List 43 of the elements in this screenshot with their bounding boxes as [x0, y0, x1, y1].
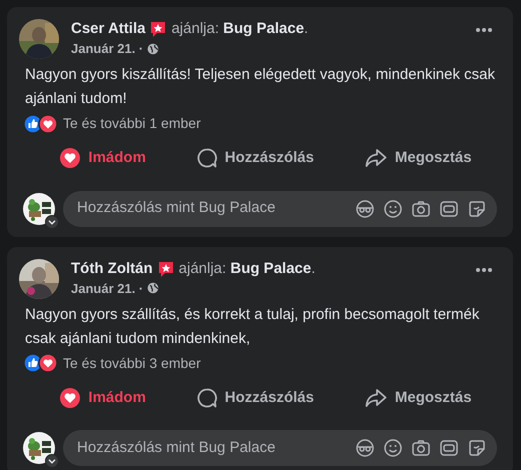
author-link[interactable]: Cser Attila: [71, 19, 146, 39]
comment-bar[interactable]: Hozzászólás mint Bug Palace: [63, 430, 497, 466]
comment-bar[interactable]: Hozzászólás mint Bug Palace: [63, 190, 497, 226]
globe-icon: [147, 42, 160, 55]
comment-field[interactable]: Hozzászólás mint Bug Palace: [75, 436, 355, 460]
comment-button[interactable]: Hozzászólás: [186, 382, 324, 414]
recommendation-text: ajánlja: Bug Palace.: [171, 19, 308, 39]
chevron-down-icon: [45, 214, 59, 228]
speech-bubble-icon: [196, 388, 217, 408]
comment-button[interactable]: Hozzászólás: [186, 142, 324, 174]
camera-icon[interactable]: [411, 198, 431, 218]
gif-icon[interactable]: [439, 438, 459, 458]
more-icon: [475, 27, 493, 33]
reaction-summary[interactable]: Te és további 3 ember: [63, 352, 201, 374]
reaction-icons-drawing: [23, 353, 59, 373]
share-arrow-icon: [364, 388, 387, 408]
comment-field[interactable]: Hozzászólás mint Bug Palace: [75, 196, 355, 221]
share-button[interactable]: Megosztás: [354, 142, 482, 174]
author-link[interactable]: Tóth Zoltán: [71, 258, 153, 278]
gif-icon[interactable]: [439, 198, 459, 218]
avatar-face-icon[interactable]: [355, 198, 375, 218]
recommend-star-icon: [156, 260, 175, 278]
share-arrow-icon: [364, 148, 387, 168]
recommend-star-icon: [149, 20, 168, 38]
emoji-icon[interactable]: [383, 198, 403, 218]
globe-icon: [147, 282, 160, 294]
camera-icon[interactable]: [411, 438, 431, 458]
avatar-face-icon[interactable]: [355, 438, 375, 458]
more-icon: [475, 266, 493, 272]
reaction-summary[interactable]: Te és további 1 ember: [63, 113, 201, 134]
sticker-icon[interactable]: [467, 198, 487, 218]
speech-bubble-icon: [196, 148, 217, 168]
share-button[interactable]: Megosztás: [354, 382, 482, 414]
reaction-icons-drawing: [23, 114, 59, 134]
post-text: Nagyon gyors kiszállítás! Teljesen elégedett vagyok, mindenkinek csak ajánlani tudom!: [25, 65, 496, 109]
post-date[interactable]: Január 21. ·: [71, 39, 144, 58]
emoji-icon[interactable]: [383, 438, 403, 458]
post-date[interactable]: Január 21. ·: [71, 278, 144, 298]
love-button[interactable]: Imádom: [50, 142, 156, 174]
sticker-icon[interactable]: [467, 438, 487, 458]
love-button[interactable]: Imádom: [50, 382, 156, 414]
post-text: Nagyon gyors szállítás, és korrekt a tulaj, profin becsomagolt termék csak ajánlani tudom mindenkinek,: [25, 304, 480, 348]
recommendation-text: ajánlja: Bug Palace.: [178, 258, 316, 278]
